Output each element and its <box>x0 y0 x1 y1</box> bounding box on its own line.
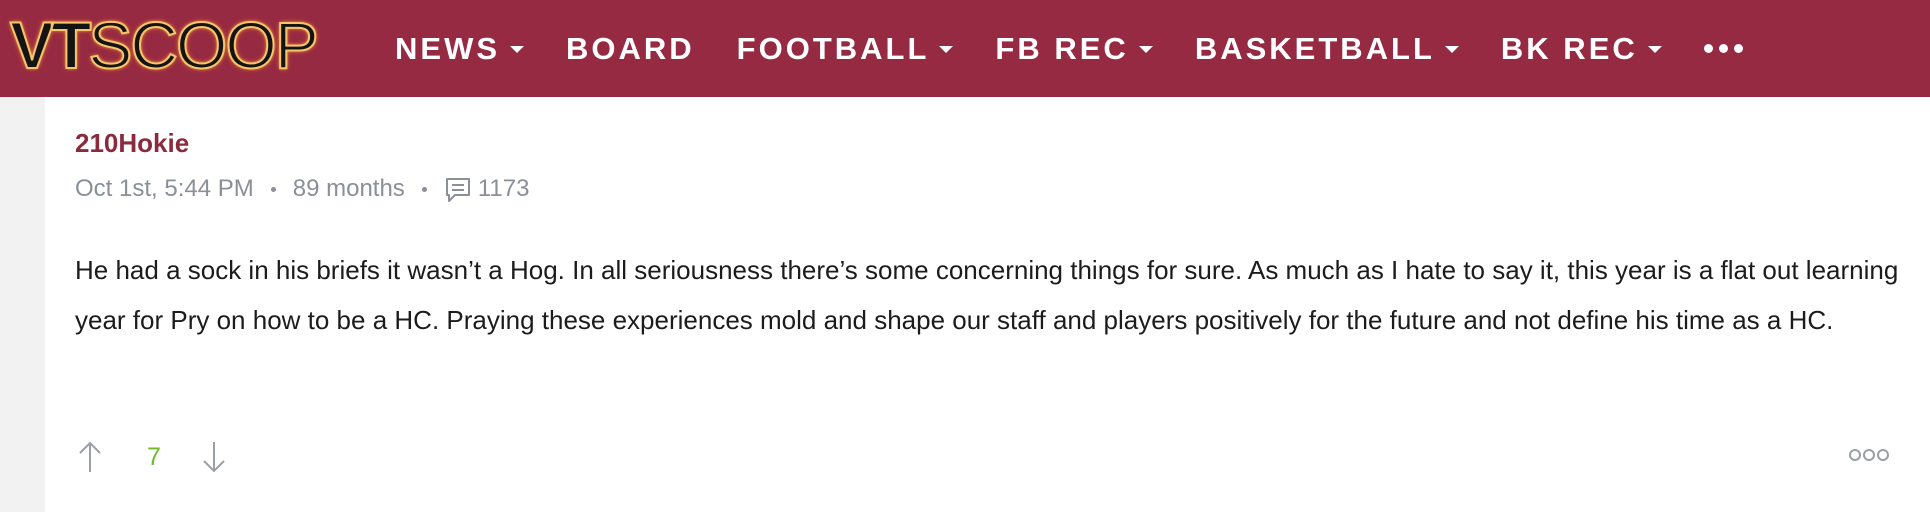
nav-item-basketball[interactable]: BASKETBALL <box>1195 31 1459 67</box>
nav-item-label: FB REC <box>995 30 1129 66</box>
separator-dot <box>421 186 427 192</box>
logo-vt-text: VT <box>9 8 92 82</box>
separator-dot <box>270 186 276 192</box>
logo-scoop-text: SCOOP <box>87 8 319 82</box>
dot <box>1733 44 1743 53</box>
nav-item-fb-rec[interactable]: FB REC <box>995 30 1153 67</box>
dot <box>1703 44 1713 53</box>
comment-icon <box>444 176 472 204</box>
post-timestamp: Oct 1st, 5:44 PM <box>75 175 254 202</box>
upvote-button[interactable] <box>75 439 105 475</box>
post-meta: Oct 1st, 5:44 PM 89 months 1173 <box>75 174 529 204</box>
post-author[interactable]: 210Hokie <box>75 128 189 159</box>
nav-item-label: FOOTBALL <box>736 30 930 66</box>
nav-item-label: BOARD <box>566 30 695 66</box>
site-logo[interactable]: VT SCOOP <box>9 8 320 82</box>
dot <box>1877 449 1889 461</box>
post-actions: 7 <box>75 437 229 477</box>
dot <box>1718 44 1728 53</box>
vote-count: 7 <box>147 442 161 471</box>
arrow-down-icon <box>203 442 225 473</box>
dot <box>1849 449 1861 461</box>
chevron-down-icon <box>1647 46 1662 53</box>
chevron-down-icon <box>939 46 954 53</box>
main-nav: NEWS BOARD FOOTBALL FB REC BASKETBALL BK… <box>395 0 1743 97</box>
member-tenure: 89 months <box>292 175 405 202</box>
post-card: 210Hokie Oct 1st, 5:44 PM 89 months 1173… <box>45 97 1905 512</box>
dot <box>1863 449 1875 461</box>
ellipsis-icon[interactable] <box>1703 44 1743 53</box>
nav-item-label: BK REC <box>1500 30 1638 66</box>
chevron-down-icon <box>510 46 524 53</box>
nav-item-label: NEWS <box>395 30 500 66</box>
left-rail <box>0 97 45 512</box>
downvote-button[interactable] <box>199 439 229 475</box>
nav-item-news[interactable]: NEWS <box>395 31 524 67</box>
more-options-icon[interactable] <box>1849 449 1889 461</box>
top-navigation-bar: VT SCOOP NEWS BOARD FOOTBALL FB REC BASKE… <box>0 0 1930 97</box>
nav-item-label: BASKETBALL <box>1194 30 1435 66</box>
arrow-up-icon <box>79 441 101 472</box>
post-body: He had a sock in his briefs it wasn’t a … <box>75 255 1899 335</box>
post-count: 1173 <box>477 175 530 202</box>
nav-item-football[interactable]: FOOTBALL <box>737 31 954 67</box>
nav-item-bk-rec[interactable]: BK REC <box>1501 31 1662 67</box>
chevron-down-icon <box>1444 46 1459 53</box>
chevron-down-icon <box>1138 46 1153 53</box>
nav-item-board[interactable]: BOARD <box>566 31 695 67</box>
